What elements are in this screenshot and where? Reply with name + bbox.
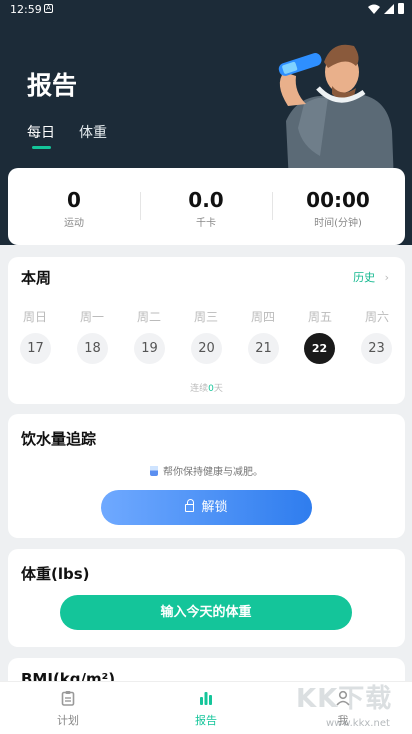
clipboard-icon <box>61 691 75 706</box>
notification-icon: A <box>44 4 53 13</box>
day-date[interactable]: 21 <box>248 333 279 364</box>
site-watermark: KK下载 www.kkx.net <box>296 678 412 734</box>
nav-label: 报告 <box>195 714 217 727</box>
week-title: 本周 <box>21 269 52 287</box>
weekday-name: 周二 <box>136 310 161 324</box>
water-tip: 帮你保持健康与减肥。 <box>8 463 405 478</box>
status-bar: 12:59 A <box>0 0 412 18</box>
watermark-text: KK下载 <box>296 684 393 714</box>
tab-daily[interactable]: 每日 <box>27 122 55 142</box>
streak-prefix: 连续 <box>190 384 209 394</box>
weekday-name: 周五 <box>307 310 332 324</box>
water-tracker-card: 饮水量追踪 帮你保持健康与减肥。 解锁 <box>8 414 405 538</box>
signal-icon <box>384 3 394 14</box>
bar-chart-icon <box>200 692 212 705</box>
streak-text: 连续0天 <box>8 381 405 394</box>
weekday-name: 周四 <box>250 310 275 324</box>
stat-label: 千卡 <box>196 218 216 229</box>
day-date[interactable]: 20 <box>191 333 222 364</box>
day-date-today[interactable]: 22 <box>304 333 335 364</box>
day-date[interactable]: 17 <box>20 333 51 364</box>
active-tab-indicator <box>32 146 51 149</box>
nav-item-report[interactable]: 报告 <box>166 682 246 734</box>
weekday-name: 周日 <box>22 310 47 324</box>
chevron-right-icon: › <box>384 271 389 284</box>
daily-stats-card: 0 运动 0.0 千卡 00:00 时间(分钟) <box>8 168 405 245</box>
stat-label: 时间(分钟) <box>314 218 362 229</box>
stat-value: 0.0 <box>188 188 224 212</box>
unlock-button[interactable]: 解锁 <box>101 490 312 525</box>
week-card: 本周 历史 › 周日 周一 周二 周三 周四 周五 周六 17 18 19 20… <box>8 257 405 404</box>
status-time: 12:59 <box>10 3 42 16</box>
weight-title: 体重(lbs) <box>21 565 90 583</box>
status-icons <box>368 3 404 14</box>
unlock-label: 解锁 <box>201 500 228 515</box>
weight-card: 体重(lbs) 输入今天的体重 <box>8 549 405 647</box>
weekday-name: 周六 <box>364 310 389 324</box>
stat-value: 0 <box>67 188 81 212</box>
watermark-url: www.kkx.net <box>326 718 390 729</box>
page-title: 报告 <box>27 71 78 100</box>
stat-value: 00:00 <box>306 188 370 212</box>
day-date[interactable]: 23 <box>361 333 392 364</box>
stat-calories: 0.0 千卡 <box>140 168 272 245</box>
wifi-icon <box>368 4 380 14</box>
stat-label: 运动 <box>64 218 84 229</box>
streak-suffix: 天 <box>213 384 223 394</box>
water-cup-icon <box>150 466 158 476</box>
day-date[interactable]: 19 <box>134 333 165 364</box>
stat-duration: 00:00 时间(分钟) <box>272 168 404 245</box>
water-tip-text: 帮你保持健康与减肥。 <box>163 467 263 478</box>
lock-icon <box>185 499 195 512</box>
enter-weight-button[interactable]: 输入今天的体重 <box>60 595 352 630</box>
tab-weight[interactable]: 体重 <box>79 122 107 142</box>
day-date[interactable]: 18 <box>77 333 108 364</box>
weekday-name: 周一 <box>79 310 104 324</box>
nav-item-plan[interactable]: 计划 <box>28 682 108 734</box>
nav-label: 计划 <box>57 714 79 727</box>
stat-exercises: 0 运动 <box>8 168 140 245</box>
weekday-name: 周三 <box>193 310 218 324</box>
water-title: 饮水量追踪 <box>21 430 97 448</box>
battery-icon <box>398 3 404 14</box>
history-label: 历史 <box>353 271 376 284</box>
history-link[interactable]: 历史 › <box>353 269 389 285</box>
